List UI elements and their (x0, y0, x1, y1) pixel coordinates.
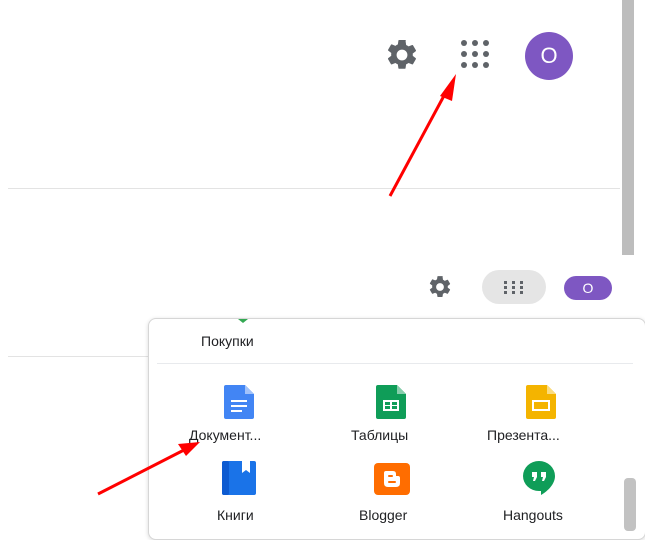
avatar[interactable]: О (564, 276, 612, 300)
apps-button[interactable] (482, 270, 546, 304)
books-icon (222, 461, 256, 495)
avatar[interactable]: О (525, 32, 573, 80)
sheets-icon (376, 385, 406, 419)
app-label-slides: Презента... (487, 427, 560, 443)
app-label-books: Книги (217, 507, 254, 523)
docs-icon (224, 385, 254, 419)
gear-icon[interactable] (427, 274, 453, 300)
hangouts-icon (523, 461, 555, 495)
app-docs[interactable]: Документ... (177, 381, 301, 455)
app-hangouts[interactable]: Hangouts (481, 459, 605, 533)
bottom-divider (8, 356, 148, 357)
app-blogger[interactable]: Blogger (335, 459, 459, 533)
gear-icon[interactable] (384, 37, 420, 73)
slides-icon (526, 385, 556, 419)
shopping-icon (238, 319, 248, 323)
avatar-letter: О (540, 43, 558, 68)
blogger-icon (374, 463, 410, 495)
app-sheets[interactable]: Таблицы (335, 381, 459, 455)
app-label-docs: Документ... (189, 427, 262, 443)
apps-panel: Покупки Документ... Таблицы Презента... … (148, 318, 645, 540)
top-divider (8, 188, 620, 189)
app-slides[interactable]: Презента... (481, 381, 605, 455)
top-scrollbar[interactable] (622, 0, 634, 255)
app-label-shopping[interactable]: Покупки (201, 333, 254, 349)
app-label-hangouts: Hangouts (503, 507, 563, 523)
apps-grid-icon (504, 281, 523, 294)
avatar-letter: О (582, 280, 594, 296)
app-label-blogger: Blogger (359, 507, 408, 523)
app-label-sheets: Таблицы (351, 427, 409, 443)
apps-grid-icon[interactable] (460, 39, 490, 69)
panel-scrollbar[interactable] (624, 478, 636, 531)
panel-divider (157, 363, 633, 364)
app-books[interactable]: Книги (177, 459, 301, 533)
